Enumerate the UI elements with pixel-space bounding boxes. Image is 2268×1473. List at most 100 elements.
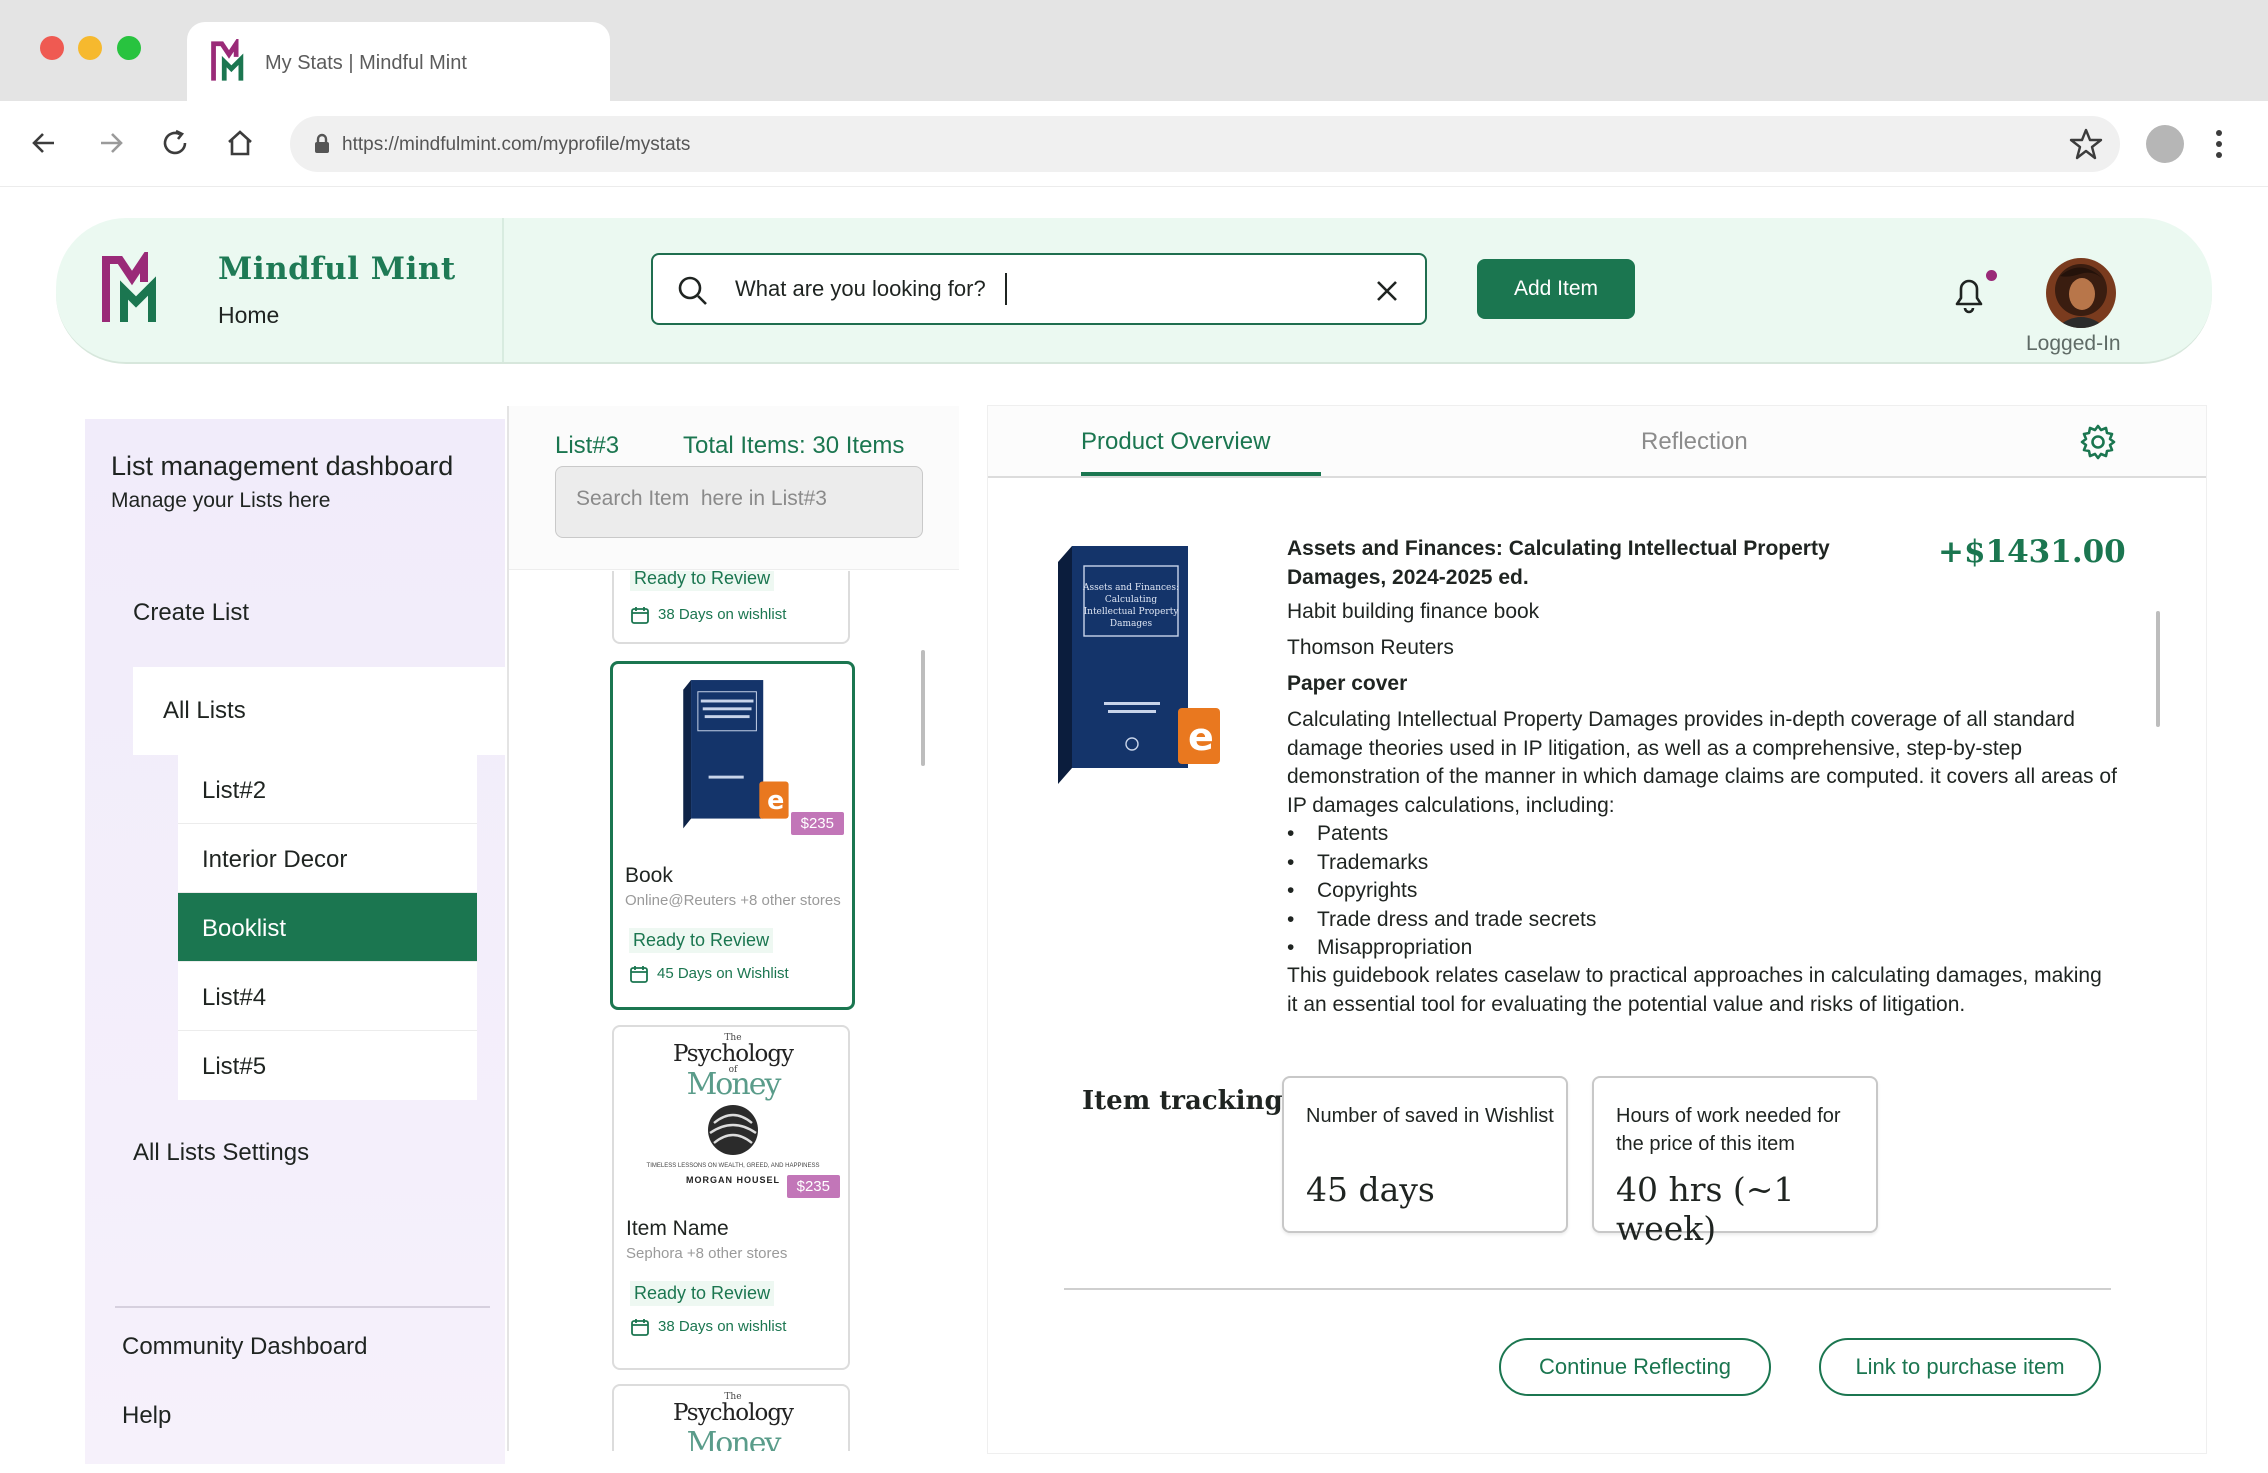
product-publisher: Thomson Reuters — [1287, 636, 1454, 659]
gear-icon[interactable] — [2078, 422, 2118, 462]
item-name: Book — [625, 864, 673, 887]
days-on-wishlist: 38 Days on wishlist — [658, 606, 787, 623]
list-item: Misappropriation — [1287, 934, 1687, 963]
tab-product-overview[interactable]: Product Overview — [1081, 428, 1270, 456]
sidebar-item-list-4[interactable]: List#4 — [178, 962, 477, 1031]
home-icon — [228, 130, 252, 156]
svg-text:e: e — [767, 785, 784, 815]
item-card[interactable]: Ready to Review 38 Days on wishlist — [612, 571, 850, 644]
sidebar-subtitle: Manage your Lists here — [111, 489, 331, 512]
global-search[interactable] — [651, 253, 1427, 325]
calendar-icon — [631, 1319, 649, 1336]
calendar-icon — [631, 607, 649, 624]
notification-bell-icon[interactable] — [1949, 272, 1989, 316]
hours-of-work-value: 40 hrs (~1 week) — [1616, 1170, 1795, 1248]
product-title: Assets and Finances: Calculating Intelle… — [1287, 537, 1830, 589]
user-status-label: Logged-In — [2026, 332, 2121, 355]
detail-scrollbar[interactable] — [2156, 611, 2160, 727]
mindful-mint-logo-icon[interactable] — [100, 252, 164, 326]
product-description: Calculating Intellectual Property Damage… — [1287, 708, 2117, 817]
list-panel: List#3 Total Items: 30 Items Ready to Re… — [507, 406, 959, 1451]
item-stores: Online@Reuters +8 other stores — [625, 892, 841, 909]
back-button[interactable] — [22, 121, 66, 165]
window-minimize-button[interactable] — [78, 36, 102, 60]
sidebar-item-interior-decor[interactable]: Interior Decor — [178, 824, 477, 893]
user-photo-icon — [2046, 258, 2116, 328]
item-card[interactable]: The Psychology Money — [612, 1384, 850, 1451]
url-text[interactable]: https://mindfulmint.com/myprofile/mystat… — [342, 134, 690, 156]
continue-reflecting-button[interactable]: Continue Reflecting — [1499, 1338, 1771, 1396]
item-name: Item Name — [626, 1217, 729, 1240]
browser-tab[interactable]: My Stats | Mindful Mint — [187, 22, 610, 101]
window-maximize-button[interactable] — [117, 36, 141, 60]
help-link[interactable]: Help — [122, 1402, 171, 1430]
item-tracking-heading: Item tracking — [1082, 1086, 1283, 1116]
sidebar-item-label: Booklist — [202, 915, 287, 942]
sidebar-item-booklist[interactable]: Booklist — [178, 893, 477, 962]
home-button[interactable] — [218, 121, 262, 165]
price-badge: $235 — [786, 1175, 840, 1198]
product-format: Paper cover — [1287, 672, 1408, 695]
browser-profile-avatar[interactable] — [2146, 125, 2184, 163]
review-status-badge: Ready to Review — [629, 928, 774, 953]
days-on-wishlist: 45 Days on Wishlist — [657, 965, 789, 982]
all-lists-item[interactable]: All Lists — [133, 667, 505, 755]
brand-name[interactable]: Mindful Mint — [218, 251, 456, 287]
item-card-selected[interactable]: e $235 Book Online@Reuters +8 other stor… — [610, 661, 855, 1010]
list-scrollbar[interactable] — [921, 650, 925, 766]
detail-divider — [1064, 1288, 2111, 1290]
item-stores: Sephora +8 other stores — [626, 1245, 788, 1262]
product-detail-panel: Product Overview Reflection Assets and F… — [988, 406, 2206, 1453]
window-close-button[interactable] — [40, 36, 64, 60]
product-price: +$1431.00 — [1938, 534, 2126, 570]
star-icon[interactable] — [2068, 126, 2104, 162]
add-item-button[interactable]: Add Item — [1477, 259, 1635, 319]
review-status-badge: Ready to Review — [630, 571, 775, 591]
back-arrow-icon — [32, 133, 54, 153]
list-panel-header: List#3 Total Items: 30 Items — [509, 406, 959, 570]
sidebar-divider — [115, 1306, 490, 1308]
days-on-wishlist: 38 Days on wishlist — [658, 1318, 787, 1335]
saved-in-wishlist-label: Number of saved in Wishlist — [1306, 1105, 1554, 1127]
sidebar-title: List management dashboard — [111, 451, 454, 481]
sidebar-item-list-5[interactable]: List#5 — [178, 1031, 477, 1100]
item-card-list[interactable]: Ready to Review 38 Days on wishlist e $2… — [509, 571, 959, 1451]
forward-arrow-icon — [101, 133, 123, 153]
svg-text:e: e — [1188, 715, 1214, 759]
detail-tabs: Product Overview Reflection — [988, 406, 2206, 478]
create-list-link[interactable]: Create List — [133, 599, 249, 627]
product-closing: This guidebook relates caselaw to practi… — [1287, 964, 2102, 1016]
link-to-purchase-button[interactable]: Link to purchase item — [1819, 1338, 2101, 1396]
sidebar-item-label: List#4 — [202, 984, 267, 1011]
calendar-icon — [630, 966, 648, 983]
list-name: List#3 — [555, 432, 620, 459]
item-card[interactable]: The Psychology of Money TIMELESS LESSONS… — [612, 1025, 850, 1370]
list-item: Patents — [1287, 820, 1687, 849]
lock-icon — [315, 133, 329, 153]
notification-badge — [1986, 270, 1997, 281]
svg-text:Assets and Finances:: Assets and Finances: — [1082, 583, 1179, 593]
forward-button[interactable] — [89, 121, 133, 165]
tab-title: My Stats | Mindful Mint — [265, 52, 467, 74]
list-total-items: Total Items: 30 Items — [683, 432, 905, 459]
list-search[interactable] — [555, 466, 923, 538]
sidebar-item-list-2[interactable]: List#2 — [178, 755, 477, 824]
product-category: Habit building finance book — [1287, 600, 1540, 623]
tab-reflection[interactable]: Reflection — [1641, 428, 1748, 456]
svg-text:Intellectual Property: Intellectual Property — [1084, 607, 1180, 617]
browser-tab-strip: My Stats | Mindful Mint — [0, 0, 2268, 101]
list-search-input[interactable] — [576, 487, 906, 511]
address-bar[interactable]: https://mindfulmint.com/myprofile/mystat… — [290, 116, 2120, 172]
avatar[interactable] — [2046, 258, 2116, 328]
review-status-badge: Ready to Review — [630, 1281, 775, 1306]
close-icon[interactable] — [1373, 277, 1401, 305]
search-icon — [678, 276, 707, 305]
reload-button[interactable] — [153, 121, 197, 165]
community-dashboard-link[interactable]: Community Dashboard — [122, 1333, 367, 1361]
all-lists-label: All Lists — [163, 697, 246, 724]
product-image: Assets and Finances: Calculating Intelle… — [1058, 546, 1220, 784]
search-input[interactable] — [735, 269, 1335, 309]
breadcrumb-home[interactable]: Home — [218, 302, 279, 329]
all-lists-settings-link[interactable]: All Lists Settings — [133, 1139, 309, 1167]
kebab-menu-icon[interactable] — [2204, 123, 2234, 165]
